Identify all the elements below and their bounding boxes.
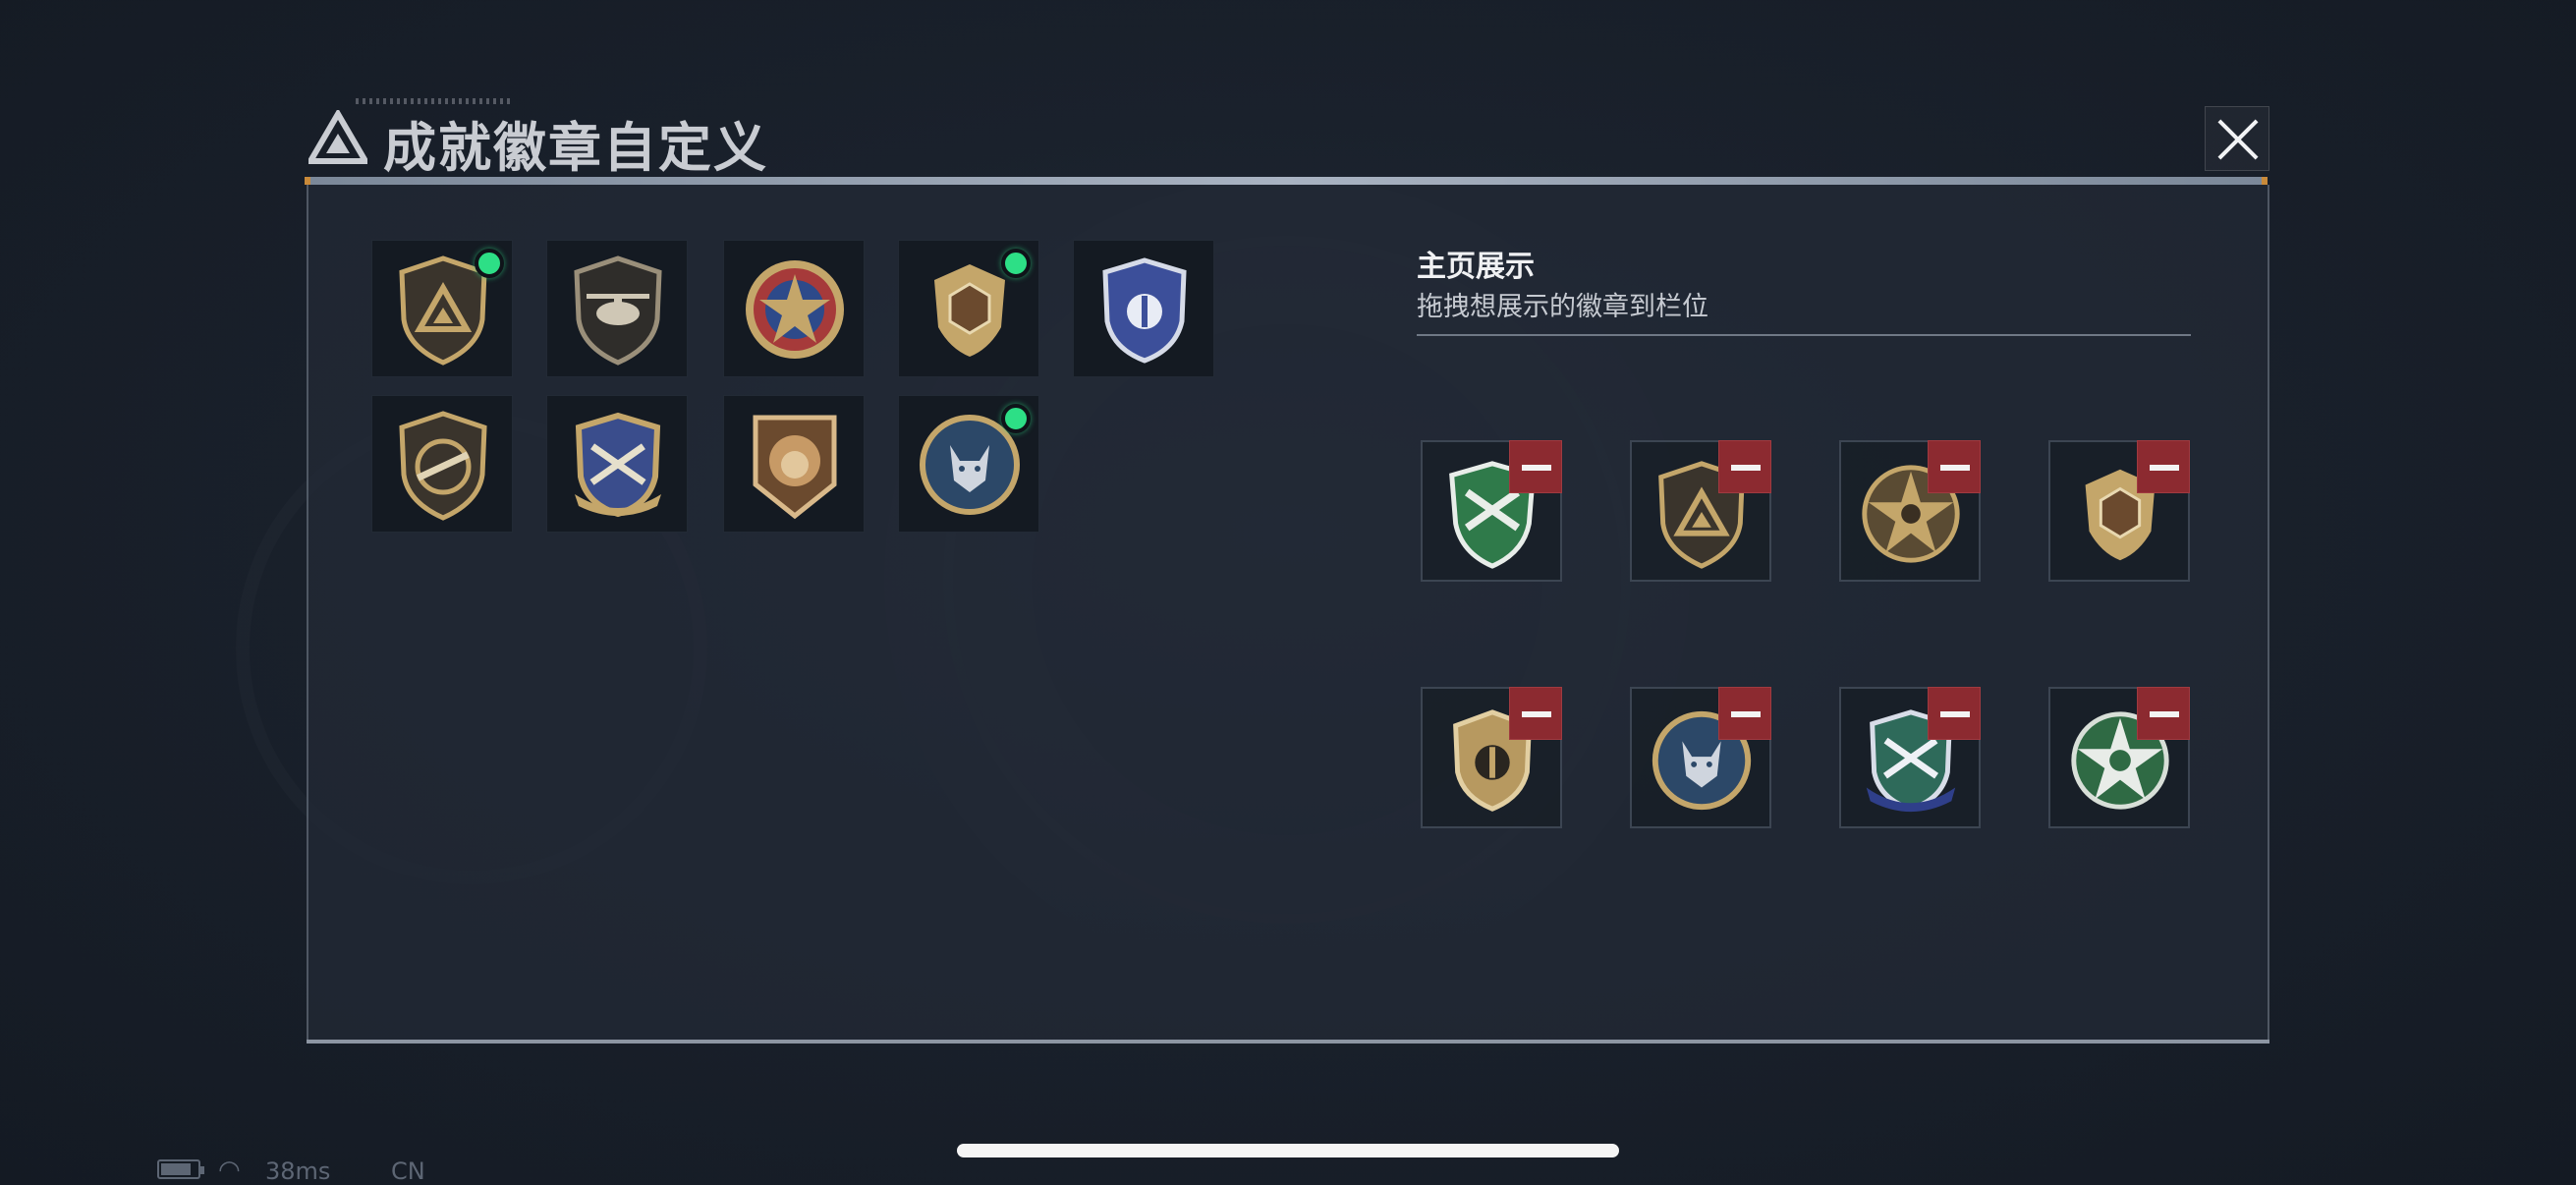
badge-tile[interactable] — [371, 395, 513, 533]
remove-badge-button[interactable] — [1509, 440, 1562, 493]
blue-wing-shield-badge-icon — [1102, 257, 1187, 364]
showcase-title: 主页展示 — [1417, 250, 1535, 284]
showcase-slot[interactable] — [2048, 687, 2190, 828]
remove-badge-button[interactable] — [1718, 440, 1771, 493]
remove-badge-button[interactable] — [1718, 687, 1771, 740]
remove-badge-button[interactable] — [2137, 687, 2190, 740]
new-indicator-dot — [1001, 249, 1031, 278]
title-underline — [305, 177, 2268, 185]
remove-badge-button[interactable] — [2137, 440, 2190, 493]
close-button[interactable] — [2205, 106, 2269, 171]
badge-tile[interactable] — [723, 240, 865, 377]
badge-tile[interactable] — [546, 240, 688, 377]
showcase-slot[interactable] — [1421, 687, 1562, 828]
home-indicator[interactable] — [957, 1144, 1619, 1157]
rifle-shield-badge-icon — [399, 411, 487, 521]
showcase-slot[interactable] — [1630, 440, 1771, 582]
badge-tile[interactable] — [371, 240, 513, 377]
badge-tile[interactable] — [723, 395, 865, 533]
showcase-slot[interactable] — [1839, 440, 1981, 582]
new-indicator-dot — [475, 249, 504, 278]
showcase-slot[interactable] — [2048, 440, 2190, 582]
showcase-slot[interactable] — [1839, 687, 1981, 828]
showcase-slot[interactable] — [1421, 440, 1562, 582]
helicopter-shield-badge-icon — [574, 255, 662, 366]
badge-tile[interactable] — [1073, 240, 1214, 377]
showcase-divider — [1417, 334, 2191, 336]
badge-tile[interactable] — [546, 395, 688, 533]
crossed-swords-blue-badge-icon — [575, 412, 661, 518]
star-medal-badge-icon — [746, 260, 844, 359]
panel-bottom-border — [307, 1040, 2269, 1044]
remove-badge-button[interactable] — [1509, 687, 1562, 740]
new-indicator-dot — [1001, 404, 1031, 433]
title-bar: 成就徽章自定义 — [305, 98, 2268, 183]
lion-shield-badge-icon — [753, 415, 837, 520]
battery-charging-icon — [157, 1159, 204, 1179]
remove-badge-button[interactable] — [1928, 440, 1981, 493]
ping-readout: 38ms — [265, 1157, 331, 1185]
uid-readout: CN UID:1860776959574055668​82 — [391, 1157, 425, 1185]
page-title: 成就徽章自定义 — [383, 117, 768, 179]
showcase-subtitle: 拖拽想展示的徽章到栏位 — [1417, 292, 1708, 322]
remove-badge-button[interactable] — [1928, 687, 1981, 740]
triangle-logo-icon — [308, 110, 367, 164]
showcase-slot[interactable] — [1630, 687, 1771, 828]
badge-tile[interactable] — [898, 395, 1039, 533]
wifi-icon: ◠ — [218, 1156, 241, 1185]
badge-tile[interactable] — [898, 240, 1039, 377]
